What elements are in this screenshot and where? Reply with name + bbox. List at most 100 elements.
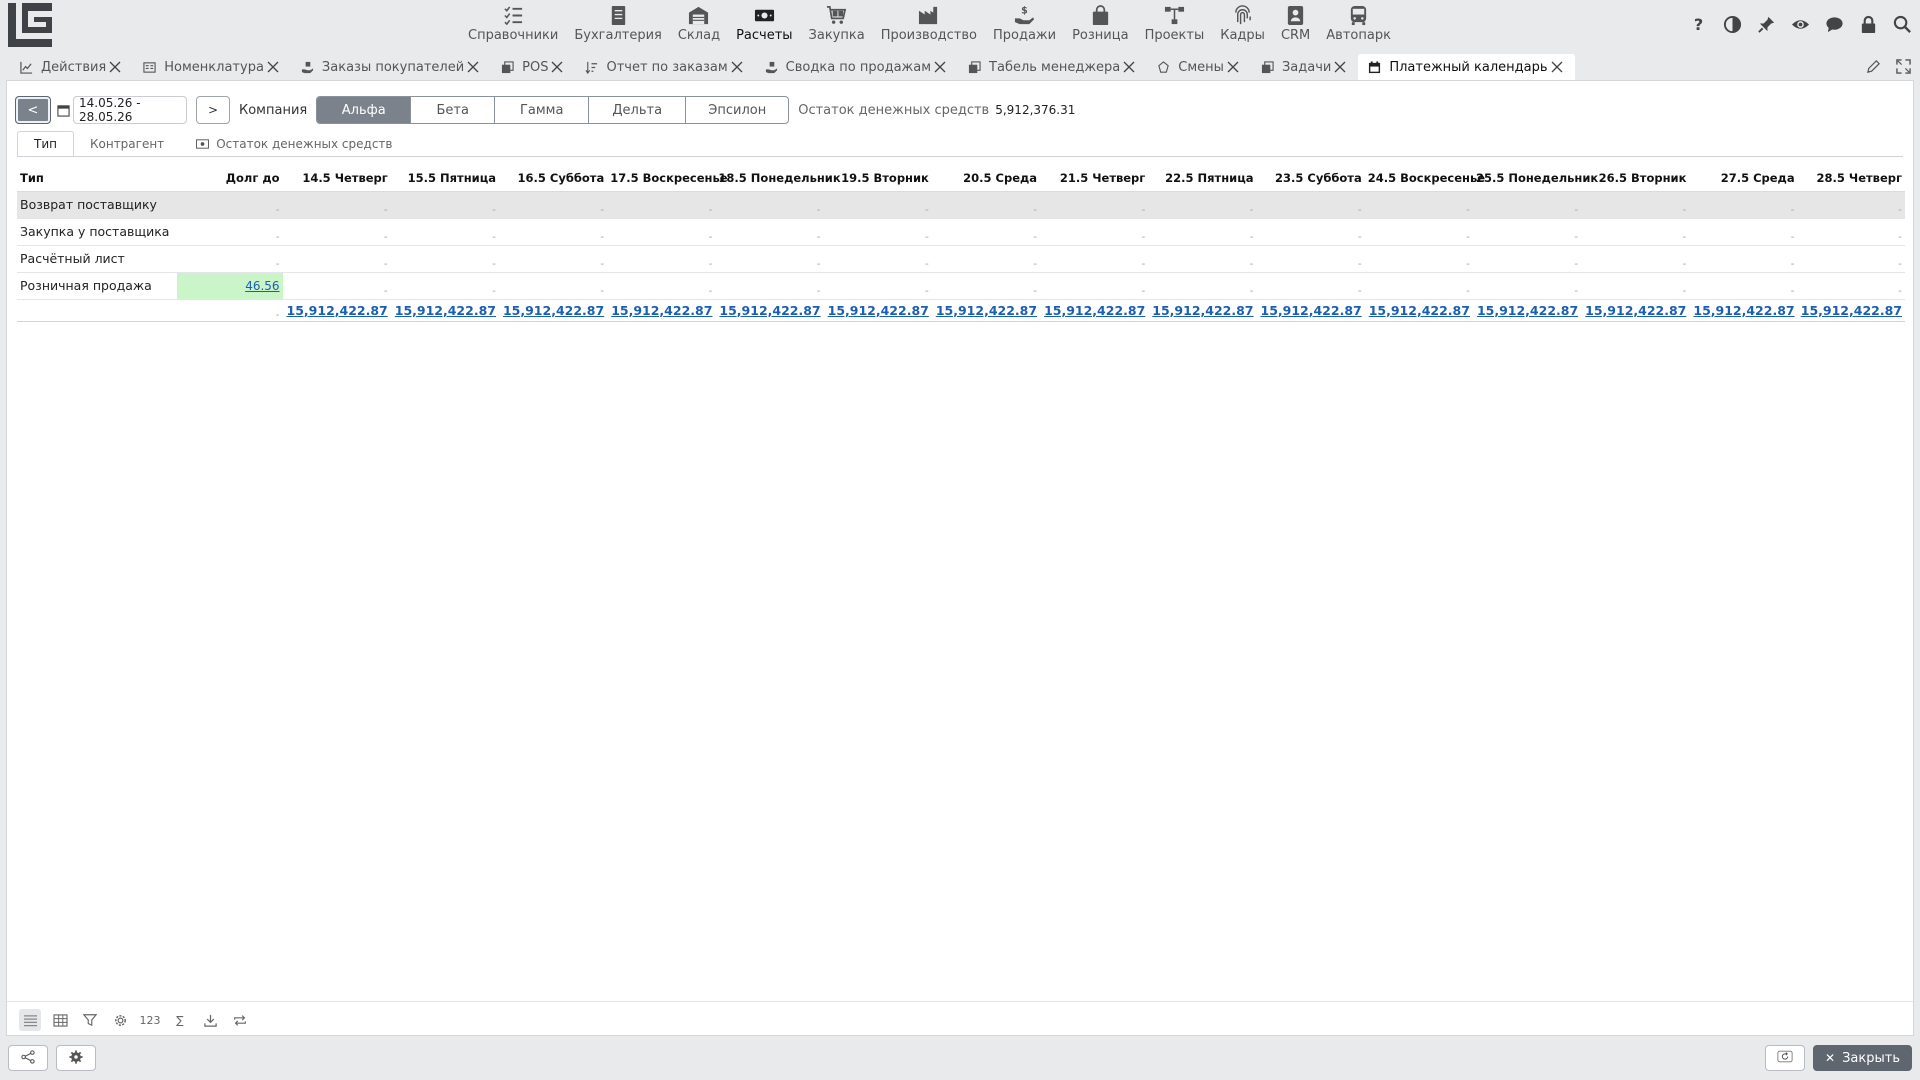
- column-header-debt[interactable]: Долг до: [177, 165, 283, 192]
- company-option[interactable]: Эпсилон: [685, 97, 788, 123]
- document-tab[interactable]: Платежный календарь: [1358, 54, 1575, 80]
- document-tab[interactable]: Номенклатура: [133, 54, 291, 80]
- total-balance-link[interactable]: 15,912,422.87: [1477, 303, 1578, 318]
- column-header-date[interactable]: 18.5 Понедельник: [715, 165, 841, 192]
- grid-view-icon[interactable]: [49, 1009, 71, 1031]
- grouping-tab[interactable]: Тип: [17, 131, 74, 157]
- close-tab-icon[interactable]: [1334, 60, 1348, 74]
- date-range-field[interactable]: 14.05.26 - 28.05.26: [73, 96, 187, 124]
- column-header-date[interactable]: 16.5 Суббота: [498, 165, 608, 192]
- total-day-cell[interactable]: 15,912,422.87: [1040, 299, 1149, 322]
- close-tab-icon[interactable]: [109, 60, 123, 74]
- column-header-date[interactable]: 23.5 Суббота: [1256, 165, 1365, 192]
- total-day-cell[interactable]: 15,912,422.87: [390, 299, 499, 322]
- close-button[interactable]: ✕ Закрыть: [1813, 1045, 1912, 1071]
- module-shopping-bag[interactable]: Розница: [1064, 0, 1136, 50]
- calendar-icon[interactable]: [57, 103, 71, 117]
- debt-cell[interactable]: 46.56: [177, 272, 283, 300]
- document-tab[interactable]: POS: [491, 54, 575, 80]
- module-ledger[interactable]: Бухгалтерия: [566, 0, 670, 50]
- grouping-tab[interactable]: Контрагент: [74, 131, 180, 157]
- table-row[interactable]: Расчётный лист - - - - - - - - - - - - - - - -: [17, 245, 1905, 273]
- close-tab-icon[interactable]: [467, 60, 481, 74]
- refresh-button[interactable]: [1765, 1045, 1806, 1071]
- document-tab[interactable]: Смены: [1147, 54, 1251, 80]
- document-tab[interactable]: Задачи: [1251, 54, 1358, 80]
- grouping-tab[interactable]: Остаток денежных средств: [180, 131, 408, 157]
- column-header-type[interactable]: Тип: [17, 165, 178, 192]
- total-day-cell[interactable]: 15,912,422.87: [1148, 299, 1257, 322]
- total-day-cell[interactable]: 15,912,422.87: [498, 299, 608, 322]
- list-view-icon[interactable]: [19, 1009, 41, 1031]
- next-period-button[interactable]: >: [196, 96, 230, 124]
- total-balance-link[interactable]: 15,912,422.87: [936, 303, 1037, 318]
- module-fingerprint[interactable]: Кадры: [1212, 0, 1273, 50]
- column-header-date[interactable]: 17.5 Воскресенье: [607, 165, 728, 192]
- close-tab-icon[interactable]: [551, 60, 565, 74]
- company-option[interactable]: Альфа: [317, 97, 411, 123]
- total-balance-link[interactable]: 15,912,422.87: [1044, 303, 1145, 318]
- sum-toggle[interactable]: ∑: [169, 1009, 191, 1031]
- module-checklist[interactable]: Справочники: [460, 0, 566, 50]
- total-balance-link[interactable]: 15,912,422.87: [1585, 303, 1686, 318]
- close-tab-icon[interactable]: [1551, 60, 1565, 74]
- module-network[interactable]: Проекты: [1137, 0, 1213, 50]
- column-header-date[interactable]: 14.5 Четверг: [282, 165, 391, 192]
- total-balance-link[interactable]: 15,912,422.87: [503, 303, 604, 318]
- total-balance-link[interactable]: 15,912,422.87: [1152, 303, 1253, 318]
- document-tab[interactable]: Отчет по заказам: [575, 54, 754, 80]
- download-icon[interactable]: [199, 1009, 221, 1031]
- column-header-date[interactable]: 20.5 Среда: [931, 165, 1041, 192]
- total-balance-link[interactable]: 15,912,422.87: [1693, 303, 1794, 318]
- total-balance-link[interactable]: 15,912,422.87: [1261, 303, 1362, 318]
- total-day-cell[interactable]: 15,912,422.87: [1581, 299, 1690, 322]
- total-balance-link[interactable]: 15,912,422.87: [1369, 303, 1470, 318]
- close-tab-icon[interactable]: [1123, 60, 1137, 74]
- debt-link[interactable]: 46.56: [245, 279, 279, 293]
- table-row[interactable]: Розничная продажа 46.56 - - - - - - - - - - - - - - -: [17, 272, 1905, 300]
- module-contact-card[interactable]: CRM: [1273, 0, 1318, 50]
- close-tab-icon[interactable]: [267, 60, 281, 74]
- column-header-date[interactable]: 27.5 Среда: [1689, 165, 1798, 192]
- column-header-date[interactable]: 24.5 Воскресенье: [1364, 165, 1485, 192]
- repeat-icon[interactable]: [229, 1009, 251, 1031]
- table-row[interactable]: Возврат поставщику - - - - - - - - - - - - - - - -: [17, 191, 1905, 219]
- module-factory[interactable]: Производство: [873, 0, 985, 50]
- module-cash[interactable]: Расчеты: [728, 0, 800, 50]
- prev-period-button[interactable]: <: [15, 96, 51, 124]
- lock-icon[interactable]: [1856, 12, 1880, 36]
- total-day-cell[interactable]: 15,912,422.87: [1472, 299, 1582, 322]
- module-warehouse[interactable]: Склад: [670, 0, 728, 50]
- number-format-toggle[interactable]: 123: [139, 1009, 161, 1031]
- fullscreen-icon[interactable]: [1894, 57, 1912, 75]
- column-header-date[interactable]: 22.5 Пятница: [1148, 165, 1257, 192]
- module-cart[interactable]: Закупка: [801, 0, 873, 50]
- pencil-icon[interactable]: [1864, 57, 1882, 75]
- column-header-date[interactable]: 15.5 Пятница: [390, 165, 499, 192]
- total-day-cell[interactable]: 15,912,422.87: [1689, 299, 1798, 322]
- chat-icon[interactable]: [1822, 12, 1846, 36]
- column-header-date[interactable]: 25.5 Понедельник: [1472, 165, 1598, 192]
- app-logo[interactable]: [8, 3, 52, 47]
- column-header-date[interactable]: 21.5 Четверг: [1040, 165, 1149, 192]
- share-button[interactable]: [8, 1045, 48, 1071]
- pin-icon[interactable]: [1754, 12, 1778, 36]
- settings-button[interactable]: [56, 1045, 96, 1071]
- total-balance-link[interactable]: 15,912,422.87: [395, 303, 496, 318]
- document-tab[interactable]: Табель менеджера: [958, 54, 1147, 80]
- total-day-cell[interactable]: 15,912,422.87: [1797, 299, 1905, 322]
- table-row[interactable]: Закупка у поставщика - - - - - - - - - - - - - - - -: [17, 218, 1905, 246]
- total-balance-link[interactable]: 15,912,422.87: [611, 303, 712, 318]
- total-day-cell[interactable]: 15,912,422.87: [282, 299, 391, 322]
- total-day-cell[interactable]: 15,912,422.87: [1364, 299, 1473, 322]
- total-balance-link[interactable]: 15,912,422.87: [1801, 303, 1902, 318]
- settings-gear-icon[interactable]: [109, 1009, 131, 1031]
- column-header-date[interactable]: 28.5 Четверг: [1797, 165, 1905, 192]
- total-day-cell[interactable]: 15,912,422.87: [931, 299, 1041, 322]
- total-day-cell[interactable]: 15,912,422.87: [607, 299, 716, 322]
- document-tab[interactable]: Действия: [10, 54, 133, 80]
- company-option[interactable]: Бета: [410, 97, 494, 123]
- module-hand-coin[interactable]: $ Продажи: [985, 0, 1064, 50]
- close-tab-icon[interactable]: [731, 60, 745, 74]
- total-balance-link[interactable]: 15,912,422.87: [828, 303, 929, 318]
